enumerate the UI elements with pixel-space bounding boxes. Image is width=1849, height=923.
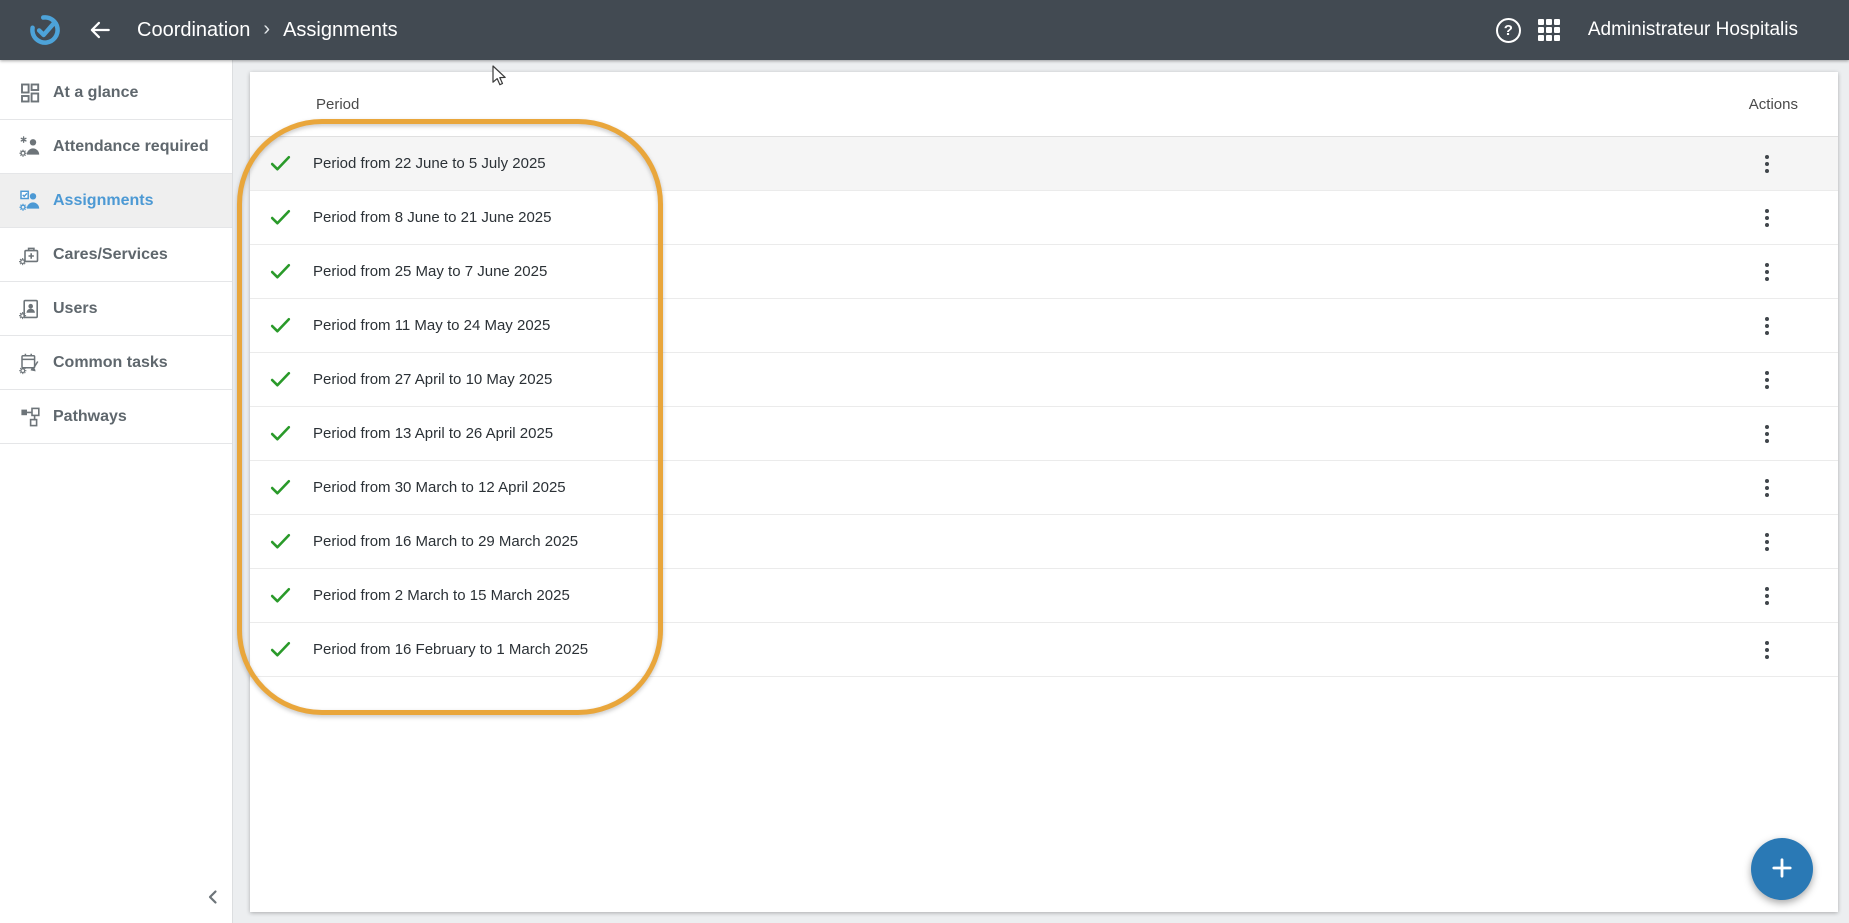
period-row[interactable]: Period from 2 March to 15 March 2025 xyxy=(250,569,1838,623)
period-label: Period from 2 March to 15 March 2025 xyxy=(313,587,570,604)
row-actions-menu-icon[interactable] xyxy=(1755,530,1779,554)
period-label: Period from 13 April to 26 April 2025 xyxy=(313,425,554,442)
table-body: Period from 22 June to 5 July 2025 Perio… xyxy=(250,137,1838,677)
check-icon xyxy=(268,259,293,284)
row-actions-menu-icon[interactable] xyxy=(1755,638,1779,662)
breadcrumb: Coordination › Assignments xyxy=(137,17,398,42)
period-label: Period from 22 June to 5 July 2025 xyxy=(313,155,546,172)
check-icon xyxy=(268,367,293,392)
user-menu[interactable]: Administrateur Hospitalis xyxy=(1588,19,1798,41)
attendance-icon xyxy=(18,135,42,159)
row-actions-menu-icon[interactable] xyxy=(1755,206,1779,230)
period-row[interactable]: Period from 22 June to 5 July 2025 xyxy=(250,137,1838,191)
row-actions-menu-icon[interactable] xyxy=(1755,476,1779,500)
period-row[interactable]: Period from 16 February to 1 March 2025 xyxy=(250,623,1838,677)
add-period-button[interactable] xyxy=(1751,838,1813,900)
sidebar-item-label: Users xyxy=(53,299,98,317)
check-icon xyxy=(268,205,293,230)
sidebar-item-cares-services[interactable]: Cares/Services xyxy=(0,228,232,282)
sidebar-item-label: Common tasks xyxy=(53,353,168,371)
column-header-actions: Actions xyxy=(1748,95,1798,113)
breadcrumb-assignments: Assignments xyxy=(283,18,398,41)
sidebar-item-label: Pathways xyxy=(53,407,127,425)
period-row[interactable]: Period from 13 April to 26 April 2025 xyxy=(250,407,1838,461)
period-label: Period from 8 June to 21 June 2025 xyxy=(313,209,552,226)
common-tasks-icon xyxy=(18,351,42,375)
check-icon xyxy=(268,583,293,608)
sidebar-item-assignments[interactable]: Assignments xyxy=(0,174,232,228)
row-actions-menu-icon[interactable] xyxy=(1755,584,1779,608)
row-actions-menu-icon[interactable] xyxy=(1755,368,1779,392)
breadcrumb-coordination[interactable]: Coordination xyxy=(137,19,250,42)
sidebar-item-label: At a glance xyxy=(53,83,139,101)
sidebar-item-label: Assignments xyxy=(53,191,154,209)
users-icon xyxy=(18,297,42,321)
column-header-period: Period xyxy=(316,95,360,113)
sidebar-item-at-a-glance[interactable]: At a glance xyxy=(0,66,232,120)
help-icon[interactable]: ? xyxy=(1495,17,1521,43)
sidebar-collapse-icon[interactable] xyxy=(201,885,225,909)
check-icon xyxy=(268,313,293,338)
check-icon xyxy=(268,421,293,446)
period-row[interactable]: Period from 30 March to 12 April 2025 xyxy=(250,461,1838,515)
sidebar-item-common-tasks[interactable]: Common tasks xyxy=(0,336,232,390)
period-row[interactable]: Period from 8 June to 21 June 2025 xyxy=(250,191,1838,245)
apps-grid-icon[interactable] xyxy=(1537,19,1560,41)
sidebar-item-pathways[interactable]: Pathways xyxy=(0,390,232,444)
period-row[interactable]: Period from 27 April to 10 May 2025 xyxy=(250,353,1838,407)
check-icon xyxy=(268,475,293,500)
check-icon xyxy=(268,151,293,176)
cares-icon xyxy=(18,243,42,267)
row-actions-menu-icon[interactable] xyxy=(1755,260,1779,284)
period-row[interactable]: Period from 25 May to 7 June 2025 xyxy=(250,245,1838,299)
row-actions-menu-icon[interactable] xyxy=(1755,152,1779,176)
sidebar-item-label: Attendance required xyxy=(53,137,209,155)
periods-table-card: Period Actions Period from 22 June to 5 … xyxy=(250,72,1838,912)
period-row[interactable]: Period from 11 May to 24 May 2025 xyxy=(250,299,1838,353)
sidebar-item-users[interactable]: Users xyxy=(0,282,232,336)
period-label: Period from 27 April to 10 May 2025 xyxy=(313,371,553,388)
sidebar: At a glance Attendance required Assignme… xyxy=(0,60,233,923)
pathways-icon xyxy=(18,405,42,429)
period-row[interactable]: Period from 16 March to 29 March 2025 xyxy=(250,515,1838,569)
check-icon xyxy=(268,637,293,662)
period-label: Period from 16 February to 1 March 2025 xyxy=(313,641,589,658)
plus-icon xyxy=(1768,854,1796,885)
sidebar-item-label: Cares/Services xyxy=(53,245,168,263)
period-label: Period from 25 May to 7 June 2025 xyxy=(313,263,548,280)
breadcrumb-separator-icon: › xyxy=(263,17,271,40)
assignments-icon xyxy=(18,189,42,213)
period-label: Period from 11 May to 24 May 2025 xyxy=(313,317,551,334)
back-arrow-icon[interactable] xyxy=(86,18,114,42)
top-bar: Coordination › Assignments ? Administrat… xyxy=(0,0,1849,60)
sidebar-item-attendance-required[interactable]: Attendance required xyxy=(0,120,232,174)
app-logo-icon xyxy=(27,12,63,48)
row-actions-menu-icon[interactable] xyxy=(1755,314,1779,338)
table-header-row: Period Actions xyxy=(250,72,1838,137)
row-actions-menu-icon[interactable] xyxy=(1755,422,1779,446)
check-icon xyxy=(268,529,293,554)
sidebar-nav: At a glance Attendance required Assignme… xyxy=(0,66,232,444)
dashboard-icon xyxy=(18,81,42,105)
topbar-right-group: ? Administrateur Hospitalis xyxy=(1495,17,1798,43)
period-label: Period from 16 March to 29 March 2025 xyxy=(313,533,579,550)
period-label: Period from 30 March to 12 April 2025 xyxy=(313,479,566,496)
